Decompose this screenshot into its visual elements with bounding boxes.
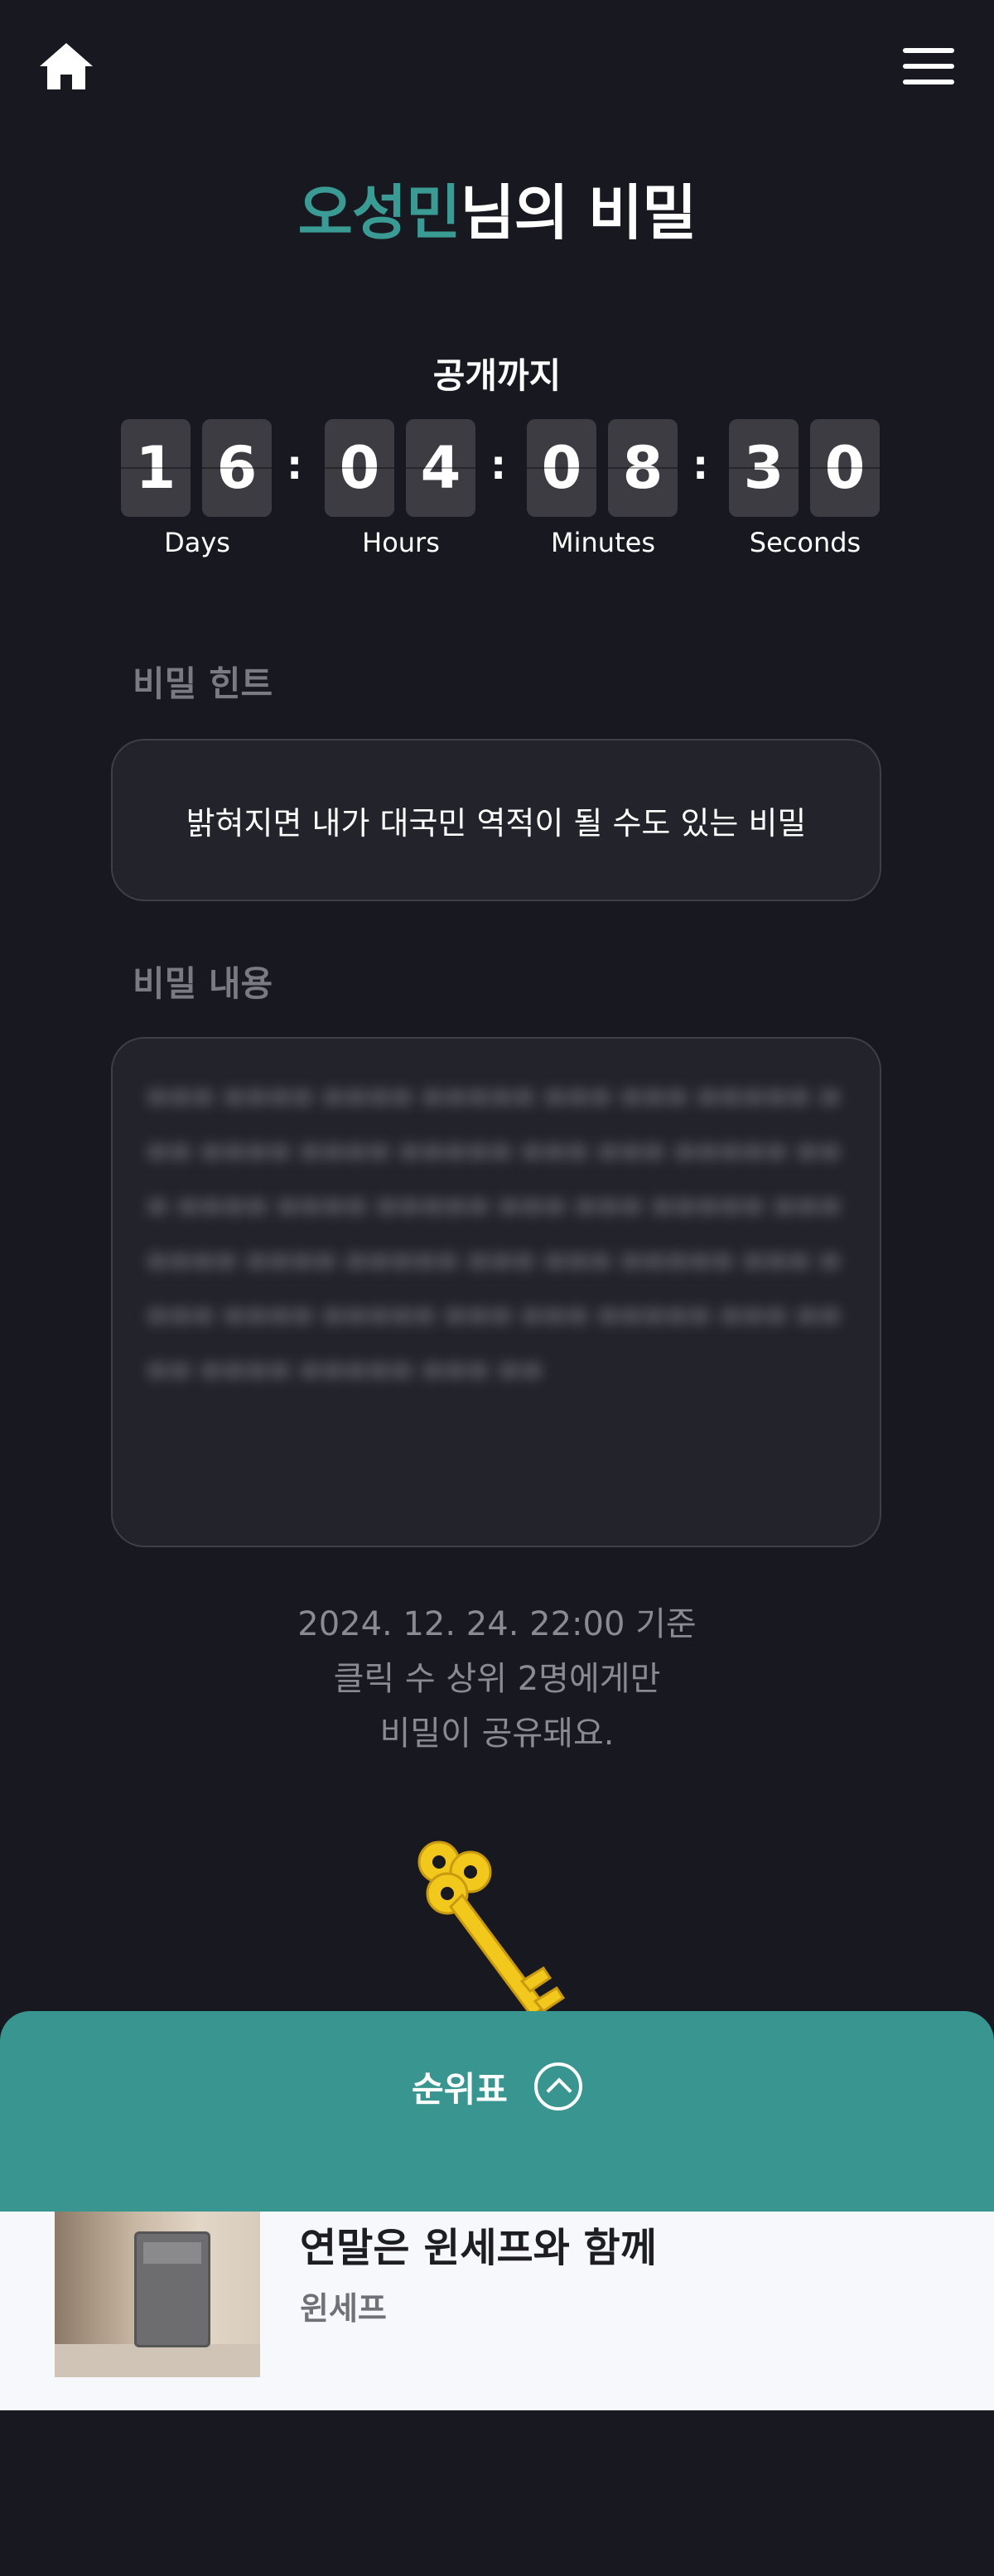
- top-bar: [0, 0, 994, 133]
- content-label: 비밀 내용: [133, 963, 273, 1004]
- colon-separator: :: [287, 442, 303, 489]
- minutes-digit-2: 8: [608, 419, 678, 517]
- hours-digit-1: 0: [325, 419, 394, 517]
- hours-digit-2: 4: [406, 419, 475, 517]
- minutes-label: Minutes: [551, 527, 655, 558]
- hours-label: Hours: [362, 527, 440, 558]
- seconds-label: Seconds: [749, 527, 861, 558]
- days-label: Days: [164, 527, 230, 558]
- hamburger-menu-icon[interactable]: [903, 48, 954, 84]
- key-icon: [398, 1831, 596, 2029]
- notice-line-2: 클릭 수 상위 2명에게만: [333, 1660, 661, 1698]
- notice-line-3: 비밀이 공유돼요.: [379, 1715, 615, 1753]
- hint-text: 밝혀지면 내가 대국민 역적이 될 수도 있는 비밀: [186, 804, 807, 842]
- home-icon[interactable]: [38, 41, 94, 91]
- blurred-secret-text: ㅁㅁㅁ ㅁㅁㅁㅁ ㅁㅁㅁㅁ ㅁㅁㅁㅁㅁ ㅁㅁㅁ ㅁㅁㅁ ㅁㅁㅁㅁㅁ ㅁㅁㅁ ㅁㅁ…: [146, 1084, 842, 1387]
- chevron-up-icon: [533, 2062, 582, 2110]
- ranking-panel: 순위표: [0, 2011, 994, 2212]
- product-image: [55, 2212, 260, 2377]
- page-title: 오성민님의 비밀: [0, 164, 994, 251]
- countdown-label: 공개까지: [432, 355, 562, 396]
- hint-box: 밝혀지면 내가 대국민 역적이 될 수도 있는 비밀: [111, 739, 881, 901]
- days-digit-2: 6: [202, 419, 272, 517]
- colon-separator: :: [490, 442, 507, 489]
- ad-brand: 윈세프: [300, 2290, 387, 2327]
- owner-name: 오성민: [297, 178, 461, 248]
- days-digit-1: 1: [121, 419, 191, 517]
- title-suffix: 님의 비밀: [460, 178, 697, 248]
- hint-label: 비밀 힌트: [133, 663, 273, 704]
- ad-banner[interactable]: 연말은 윈세프와 함께 윈세프: [0, 2212, 994, 2410]
- notice-line-1: 2024. 12. 24. 22:00 기준: [297, 1605, 697, 1643]
- notice-text: 2024. 12. 24. 22:00 기준 클릭 수 상위 2명에게만 비밀이…: [0, 1597, 994, 1761]
- secret-content-box: ㅁㅁㅁ ㅁㅁㅁㅁ ㅁㅁㅁㅁ ㅁㅁㅁㅁㅁ ㅁㅁㅁ ㅁㅁㅁ ㅁㅁㅁㅁㅁ ㅁㅁㅁ ㅁㅁ…: [111, 1037, 881, 1547]
- minutes-digit-1: 0: [527, 419, 596, 517]
- ad-title: 연말은 윈세프와 함께: [300, 2225, 657, 2271]
- colon-separator: :: [692, 442, 709, 489]
- ranking-label: 순위표: [412, 2068, 508, 2110]
- countdown-timer: 1 6 : 0 4 : 0 8 : 3 0 Days Hours Minutes…: [121, 419, 883, 568]
- ranking-toggle-button[interactable]: 순위표: [0, 2057, 994, 2115]
- seconds-digit-2: 0: [810, 419, 880, 517]
- seconds-digit-1: 3: [729, 419, 799, 517]
